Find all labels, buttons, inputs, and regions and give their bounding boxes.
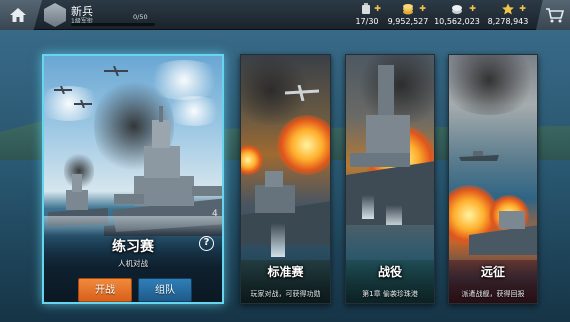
practice-title: 练习赛 xyxy=(112,239,154,255)
mode-card-practice[interactable]: 4 练习赛 ? 人机对战 开战 组队 xyxy=(42,54,224,304)
add-credits-icon[interactable]: ✚ xyxy=(469,4,476,13)
mode-card-campaign[interactable]: 战役 第1章 偷袭珍珠港 xyxy=(345,54,435,304)
practice-subtitle: 人机对战 xyxy=(118,259,148,268)
silver-coins-icon xyxy=(403,4,413,15)
shopping-cart-icon xyxy=(546,8,565,23)
credits-icon xyxy=(452,5,462,14)
campaign-title: 战役 xyxy=(377,265,402,279)
start-battle-button[interactable]: 开战 xyxy=(78,278,132,302)
team-up-button[interactable]: 组队 xyxy=(138,278,192,302)
shop-button[interactable] xyxy=(536,0,570,30)
add-fuel-icon[interactable]: ✚ xyxy=(374,4,381,13)
add-gold-icon[interactable]: ✚ xyxy=(519,4,526,13)
mode-card-pvp[interactable]: 标准赛 玩家对战，可获得功勋 xyxy=(240,54,331,304)
fuel-icon xyxy=(362,3,370,14)
resource-silver[interactable]: ✚ 9,952,527 xyxy=(386,2,430,28)
expedition-title: 远征 xyxy=(480,265,505,279)
fuel-value: 17/30 xyxy=(355,17,379,26)
home-icon xyxy=(10,8,26,22)
home-button[interactable] xyxy=(0,0,42,30)
silver-value: 9,952,527 xyxy=(387,17,429,26)
add-silver-icon[interactable]: ✚ xyxy=(419,4,426,13)
resource-fuel[interactable]: ✚ 17/30 xyxy=(352,2,382,28)
pvp-subtitle: 玩家对战，可获得功勋 xyxy=(250,290,321,298)
top-bar: 新兵 1级军衔 0/50 ✚ 17/30 ✚ 9,952,527 ✚ 10,56… xyxy=(0,0,570,30)
expedition-subtitle: 派遣战舰，获得回报 xyxy=(461,290,525,298)
credits-value: 10,562,023 xyxy=(434,17,480,26)
pvp-title: 标准赛 xyxy=(267,265,304,279)
resource-credits[interactable]: ✚ 10,562,023 xyxy=(432,2,482,28)
resource-gold[interactable]: ✚ 8,278,943 xyxy=(485,2,531,28)
help-icon[interactable]: ? xyxy=(199,236,214,251)
star-gold-icon xyxy=(502,3,514,15)
xp-bar xyxy=(71,23,155,26)
xp-text: 0/50 xyxy=(133,13,148,21)
mode-card-expedition[interactable]: 远征 派遣战舰，获得回报 xyxy=(448,54,538,304)
gold-value: 8,278,943 xyxy=(487,17,529,26)
rank-badge xyxy=(44,3,66,27)
campaign-subtitle: 第1章 偷袭珍珠港 xyxy=(362,290,418,298)
